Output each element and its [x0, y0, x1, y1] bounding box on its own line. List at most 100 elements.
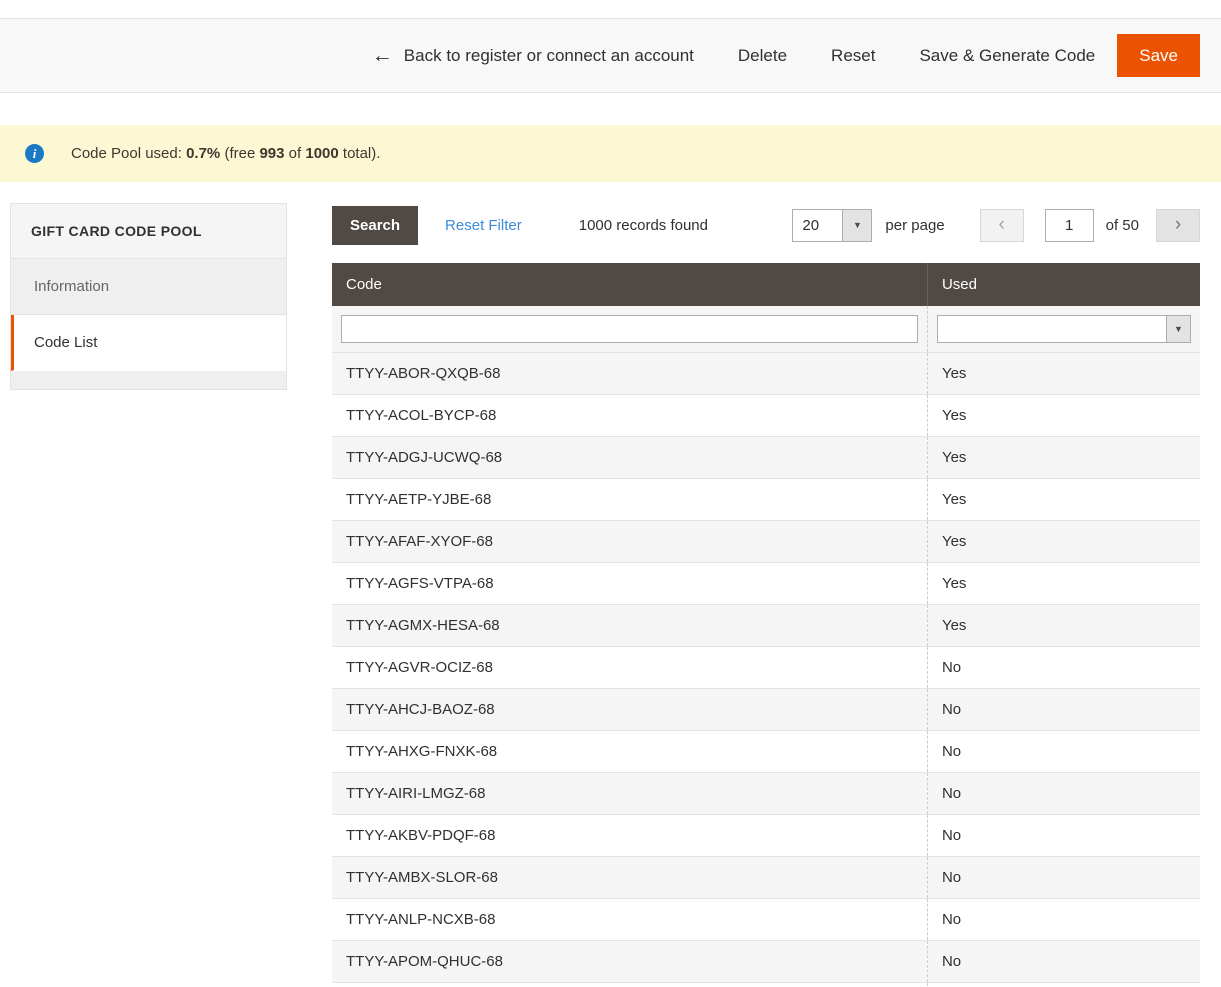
save-and-generate-code-button[interactable]: Save & Generate Code — [919, 46, 1095, 66]
used-filter-select[interactable]: ▼ — [936, 315, 1191, 343]
cell-used: Yes — [927, 562, 1200, 605]
filter-cell-code — [332, 306, 928, 353]
table-row[interactable]: TTYY-AHXG-FNXK-68 No — [332, 730, 1200, 773]
cell-used: Yes — [927, 520, 1200, 563]
notice-region: i Code Pool used: 0.7% (free 993 of 1000… — [0, 93, 1221, 182]
cell-used: Yes — [927, 604, 1200, 647]
total-pages-label: of 50 — [1105, 216, 1139, 234]
search-button[interactable]: Search — [332, 205, 419, 245]
notice-of: of — [284, 145, 306, 162]
reset-filter-link[interactable]: Reset Filter — [445, 217, 522, 234]
chevron-down-icon[interactable]: ▼ — [1166, 316, 1190, 342]
cell-used: No — [927, 898, 1200, 941]
notice-used-percent: 0.7% — [186, 145, 221, 162]
notice-free-count: 993 — [259, 145, 285, 162]
notice-prefix: Code Pool used: — [71, 145, 187, 162]
chevron-right-icon: › — [1174, 214, 1182, 235]
table-row[interactable]: TTYY-AHCJ-BAOZ-68 No — [332, 688, 1200, 731]
table-row[interactable]: TTYY-AIRI-LMGZ-68 No — [332, 772, 1200, 815]
sidebar-title: GIFT CARD CODE POOL — [11, 204, 286, 259]
used-filter-value — [937, 316, 1166, 342]
cell-code: TTYY-AETP-YJBE-68 — [332, 478, 928, 521]
table-row[interactable]: TTYY-ARTY-OPVR-68 No — [332, 982, 1200, 987]
info-circle-icon: i — [25, 144, 44, 163]
notice-mid: (free — [220, 145, 260, 162]
table-row[interactable]: TTYY-AETP-YJBE-68 Yes — [332, 478, 1200, 521]
records-found-label: 1000 records found — [578, 216, 708, 234]
table-header-row: Code Used — [332, 263, 1200, 306]
grid-region: Search Reset Filter 1000 records found 2… — [332, 203, 1200, 987]
code-filter-input[interactable] — [341, 315, 918, 343]
cell-used: No — [927, 940, 1200, 983]
filter-cell-used: ▼ — [927, 306, 1200, 353]
cell-code: TTYY-AMBX-SLOR-68 — [332, 856, 928, 899]
table-row[interactable]: TTYY-ABOR-QXQB-68 Yes — [332, 352, 1200, 395]
arrow-left-icon: ← — [371, 44, 393, 67]
grid-toolbar: Search Reset Filter 1000 records found 2… — [332, 203, 1200, 247]
save-button[interactable]: Save — [1117, 34, 1200, 77]
cell-code: TTYY-ARTY-OPVR-68 — [332, 982, 928, 987]
sidebar-item-information[interactable]: Information — [11, 259, 286, 315]
code-pool-notice-text: Code Pool used: 0.7% (free 993 of 1000 t… — [71, 145, 380, 162]
next-page-button[interactable]: › — [1156, 208, 1200, 242]
cell-code: TTYY-AHXG-FNXK-68 — [332, 730, 928, 773]
cell-code: TTYY-AHCJ-BAOZ-68 — [332, 688, 928, 731]
notice-total-count: 1000 — [305, 145, 339, 162]
cell-code: TTYY-AIRI-LMGZ-68 — [332, 772, 928, 815]
page-top-spacer — [0, 0, 1221, 18]
cell-used: Yes — [927, 478, 1200, 521]
code-pool-notice: i Code Pool used: 0.7% (free 993 of 1000… — [0, 125, 1221, 182]
per-page-label: per page — [885, 216, 945, 234]
column-header-used[interactable]: Used — [927, 263, 1200, 306]
table-row[interactable]: TTYY-AMBX-SLOR-68 No — [332, 856, 1200, 899]
cell-code: TTYY-ABOR-QXQB-68 — [332, 352, 928, 395]
table-row[interactable]: TTYY-ANLP-NCXB-68 No — [332, 898, 1200, 941]
table-header: Code Used — [332, 263, 1200, 306]
cell-used: No — [927, 856, 1200, 899]
table-row[interactable]: TTYY-AGMX-HESA-68 Yes — [332, 604, 1200, 647]
sidebar-item-code-list[interactable]: Code List — [11, 315, 286, 371]
sidebar-item-label: Information — [34, 278, 110, 295]
delete-button[interactable]: Delete — [738, 46, 787, 66]
cell-used: Yes — [927, 436, 1200, 479]
cell-used: No — [927, 730, 1200, 773]
cell-used: No — [927, 688, 1200, 731]
cell-code: TTYY-ACOL-BYCP-68 — [332, 394, 928, 437]
table-row[interactable]: TTYY-AKBV-PDQF-68 No — [332, 814, 1200, 857]
chevron-left-icon: ‹ — [998, 214, 1005, 235]
chevron-down-icon[interactable]: ▼ — [842, 209, 872, 241]
cell-used: No — [927, 814, 1200, 857]
pagination-controls: 20 ▼ per page ‹ of 50 › — [792, 208, 1200, 242]
column-header-code[interactable]: Code — [332, 263, 928, 306]
table-filter-row: ▼ — [332, 306, 1200, 353]
table-row[interactable]: TTYY-APOM-QHUC-68 No — [332, 940, 1200, 983]
previous-page-button[interactable]: ‹ — [979, 208, 1024, 242]
reset-button[interactable]: Reset — [831, 46, 875, 66]
page-number-input[interactable] — [1044, 208, 1094, 242]
table-row[interactable]: TTYY-ADGJ-UCWQ-68 Yes — [332, 436, 1200, 479]
table-body: ▼ TTYY-ABOR-QXQB-68 Yes TTYY-ACOL-BYCP-6… — [332, 306, 1200, 987]
table-row[interactable]: TTYY-AFAF-XYOF-68 Yes — [332, 520, 1200, 563]
sidebar: GIFT CARD CODE POOL Information Code Lis… — [10, 203, 287, 390]
per-page-select[interactable]: 20 ▼ — [792, 208, 873, 242]
back-to-register-link[interactable]: ← Back to register or connect an account — [372, 45, 694, 66]
cell-used: No — [927, 772, 1200, 815]
cell-code: TTYY-AGMX-HESA-68 — [332, 604, 928, 647]
table-row[interactable]: TTYY-AGVR-OCIZ-68 No — [332, 646, 1200, 689]
table-row[interactable]: TTYY-AGFS-VTPA-68 Yes — [332, 562, 1200, 605]
cell-used: No — [927, 646, 1200, 689]
cell-code: TTYY-ANLP-NCXB-68 — [332, 898, 928, 941]
cell-code: TTYY-AFAF-XYOF-68 — [332, 520, 928, 563]
table-row[interactable]: TTYY-ACOL-BYCP-68 Yes — [332, 394, 1200, 437]
cell-code: TTYY-AKBV-PDQF-68 — [332, 814, 928, 857]
cell-used: Yes — [927, 394, 1200, 437]
page-action-bar: ← Back to register or connect an account… — [0, 18, 1221, 93]
sidebar-item-label: Code List — [34, 334, 98, 351]
cell-used: No — [927, 982, 1200, 987]
back-link-label: Back to register or connect an account — [403, 45, 694, 65]
per-page-value: 20 — [793, 209, 843, 241]
cell-code: TTYY-ADGJ-UCWQ-68 — [332, 436, 928, 479]
notice-suffix: total). — [338, 145, 381, 162]
cell-code: TTYY-AGFS-VTPA-68 — [332, 562, 928, 605]
cell-used: Yes — [927, 352, 1200, 395]
